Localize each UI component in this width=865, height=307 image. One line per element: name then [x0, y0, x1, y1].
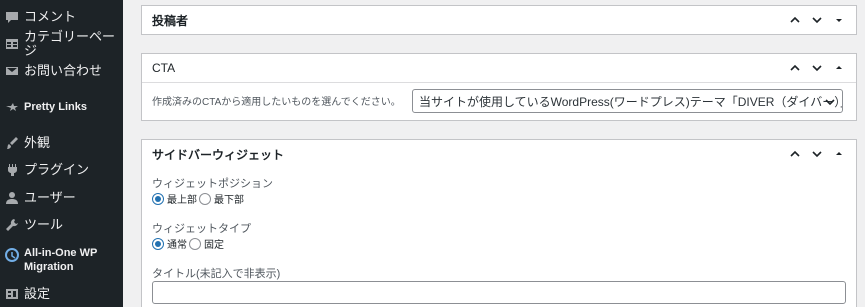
type-fixed-label: 固定 — [204, 240, 224, 251]
user-icon — [5, 191, 19, 205]
type-normal-label: 通常 — [167, 240, 187, 251]
chevron-down-icon — [824, 96, 836, 111]
sidebar-item-label-line1: All-in-One WP — [24, 247, 98, 259]
author-panel-title: 投稿者 — [152, 13, 189, 28]
cta-panel: CTA 作成済みのCTAから適用したいものを選んでください。 当サイトが使用して… — [141, 53, 857, 121]
position-bottom-radio[interactable] — [199, 192, 211, 205]
widget-position-radio-group: 最上部 最下部 — [152, 191, 246, 206]
admin-sidebar: コメント カテゴリーページ お問い合わせ Pretty Links 外観 プラグ… — [0, 0, 123, 307]
sidebar-item-label: Pretty Links — [24, 101, 87, 113]
table-icon — [5, 37, 19, 51]
sidebar-item-settings[interactable]: 設定 — [0, 281, 123, 307]
cta-panel-controls — [786, 54, 848, 82]
sidebar-item-label: お問い合わせ — [24, 63, 103, 78]
sidebar-item-label: 設定 — [24, 286, 51, 301]
sidebar-item-label: コメント — [24, 9, 77, 24]
sidebar-item-users[interactable]: ユーザー — [0, 185, 123, 211]
cta-select[interactable]: 当サイトが使用しているWordPress(ワードプレス)テーマ「DIVER（ダイ… — [412, 89, 843, 113]
widget-type-label: ウィジェットタイプ — [152, 223, 251, 235]
wrench-icon — [5, 218, 19, 232]
sidebar-item-plugins[interactable]: プラグイン — [0, 157, 123, 183]
move-down-icon[interactable] — [808, 59, 826, 77]
sidebar-widget-panel-header: サイドバーウィジェット — [142, 140, 856, 168]
sidebar-item-appearance[interactable]: 外観 — [0, 130, 123, 156]
sidebar-widget-panel-controls — [786, 140, 848, 168]
move-up-icon[interactable] — [786, 145, 804, 163]
sidebar-item-label: プラグイン — [24, 162, 90, 177]
position-bottom-label: 最下部 — [214, 195, 244, 206]
move-down-icon[interactable] — [808, 145, 826, 163]
author-panel-controls — [786, 6, 848, 34]
sidebar-item-comments[interactable]: コメント — [0, 4, 123, 30]
comment-icon — [5, 10, 19, 24]
widget-title-input[interactable] — [152, 281, 846, 304]
sidebar-item-label: カテゴリーページ — [24, 29, 116, 58]
position-top-radio[interactable] — [152, 192, 164, 205]
sidebar-item-contact[interactable]: お問い合わせ — [0, 58, 123, 84]
type-fixed-radio[interactable] — [189, 237, 201, 250]
position-top-label: 最上部 — [167, 195, 197, 206]
sidebar-item-category-page[interactable]: カテゴリーページ — [0, 29, 123, 58]
plugin-icon — [5, 163, 19, 177]
sidebar-item-label: ユーザー — [24, 190, 76, 205]
cta-select-value: 当サイトが使用しているWordPress(ワードプレス)テーマ「DIVER（ダイ… — [419, 94, 843, 109]
move-up-icon[interactable] — [786, 59, 804, 77]
cta-description: 作成済みのCTAから適用したいものを選んでください。 — [152, 96, 401, 108]
sidebar-widget-panel: サイドバーウィジェット ウィジェットポジション 最上部 最下部 ウィジェットタイ… — [141, 139, 857, 307]
sidebar-widget-panel-title: サイドバーウィジェット — [152, 147, 285, 162]
settings-icon — [5, 287, 19, 301]
migration-icon — [5, 248, 19, 262]
type-normal-radio[interactable] — [152, 237, 164, 250]
sidebar-item-tools[interactable]: ツール — [0, 212, 123, 238]
move-down-icon[interactable] — [808, 11, 826, 29]
sidebar-item-label: ツール — [24, 217, 64, 232]
sidebar-item-label-line2: Migration — [24, 261, 74, 273]
cta-panel-title: CTA — [152, 61, 176, 75]
brush-icon — [5, 136, 19, 150]
sidebar-item-label: All-in-One WP Migration — [24, 246, 97, 274]
sidebar-item-all-in-one-wp-migration[interactable]: All-in-One WP Migration — [0, 246, 123, 280]
cta-panel-header: CTA — [142, 54, 856, 82]
widget-title-label: タイトル(未記入で非表示) — [152, 268, 281, 280]
author-panel-header: 投稿者 — [142, 6, 856, 34]
toggle-panel-up-icon[interactable] — [830, 145, 848, 163]
widget-type-radio-group: 通常 固定 — [152, 236, 226, 251]
link-star-icon — [5, 100, 19, 114]
move-up-icon[interactable] — [786, 11, 804, 29]
toggle-panel-up-icon[interactable] — [830, 59, 848, 77]
sidebar-item-pretty-links[interactable]: Pretty Links — [0, 94, 123, 120]
mail-icon — [5, 64, 19, 78]
author-panel: 投稿者 — [141, 5, 857, 35]
sidebar-item-label: 外観 — [24, 135, 51, 150]
toggle-panel-down-icon[interactable] — [830, 11, 848, 29]
widget-position-label: ウィジェットポジション — [152, 178, 273, 190]
